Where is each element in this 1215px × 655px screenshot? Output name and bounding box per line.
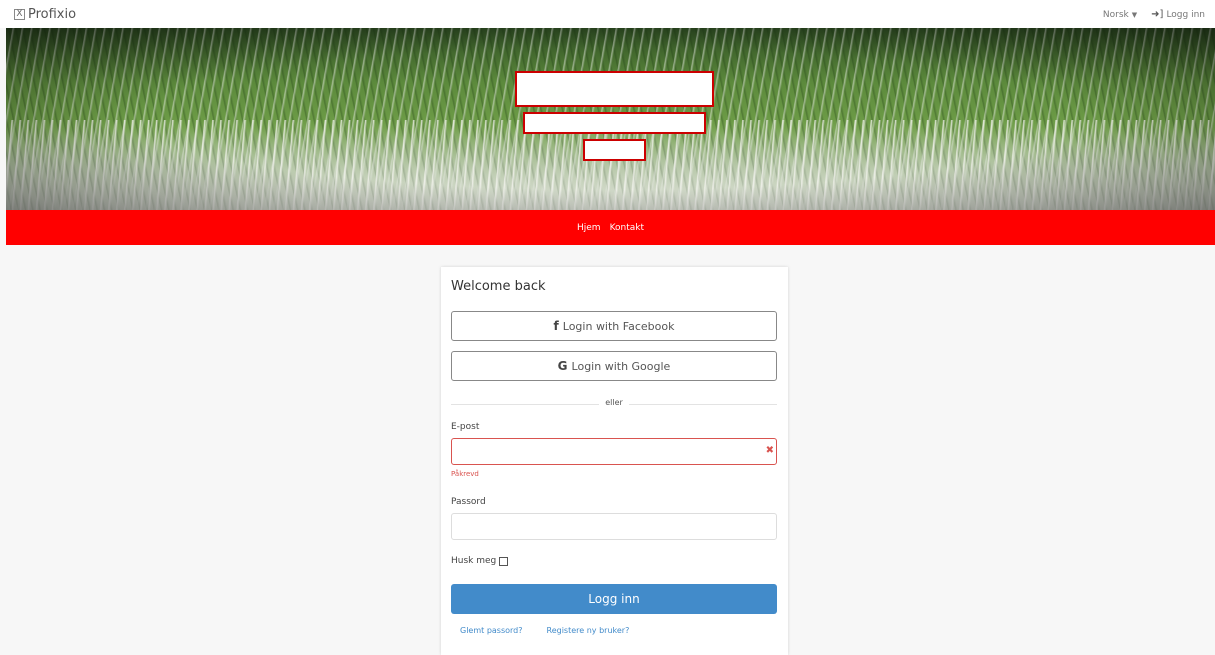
- google-icon: G: [557, 359, 568, 373]
- remember-checkbox[interactable]: [499, 556, 509, 566]
- logo-mark-icon: X: [14, 9, 25, 20]
- remember-label: Husk meg: [451, 556, 497, 566]
- sign-in-icon: ➜]: [1151, 9, 1164, 20]
- top-login-link[interactable]: ➜] Logg inn: [1151, 9, 1205, 20]
- facebook-icon: f: [553, 319, 559, 333]
- logo-text: Profixio: [28, 7, 77, 22]
- facebook-login-label: Login with Facebook: [562, 319, 675, 333]
- email-input[interactable]: [451, 438, 777, 465]
- remember-me: Husk meg: [451, 556, 509, 566]
- language-label: Norsk: [1102, 9, 1129, 20]
- language-dropdown[interactable]: Norsk ▼: [1103, 9, 1137, 20]
- facebook-login-button[interactable]: f Login with Facebook: [451, 311, 777, 341]
- top-login-label: Logg inn: [1166, 9, 1205, 20]
- google-login-button[interactable]: G Login with Google: [451, 351, 777, 381]
- google-login-label: Login with Google: [571, 359, 671, 373]
- forgot-password-link[interactable]: Glemt passord?: [460, 626, 523, 635]
- card-links: Glemt passord? Registere ny bruker?: [460, 626, 629, 635]
- or-divider: eller: [451, 398, 777, 407]
- divider-text: eller: [599, 398, 629, 407]
- password-label: Passord: [451, 497, 486, 507]
- login-submit-button[interactable]: Logg inn: [451, 584, 777, 614]
- password-input[interactable]: [451, 513, 777, 540]
- email-label: E-post: [451, 422, 480, 432]
- caret-down-icon: ▼: [1131, 10, 1138, 19]
- top-right-menu: Norsk ▼ ➜] Logg inn: [1103, 9, 1205, 20]
- clear-error-icon: ✖: [765, 445, 774, 456]
- logo[interactable]: X Profixio: [14, 7, 76, 22]
- email-error-text: Påkrevd: [451, 470, 479, 478]
- register-link[interactable]: Registere ny bruker?: [547, 626, 630, 635]
- login-form: Welcome back f Login with Facebook G Log…: [441, 0, 788, 655]
- card-title: Welcome back: [451, 279, 546, 294]
